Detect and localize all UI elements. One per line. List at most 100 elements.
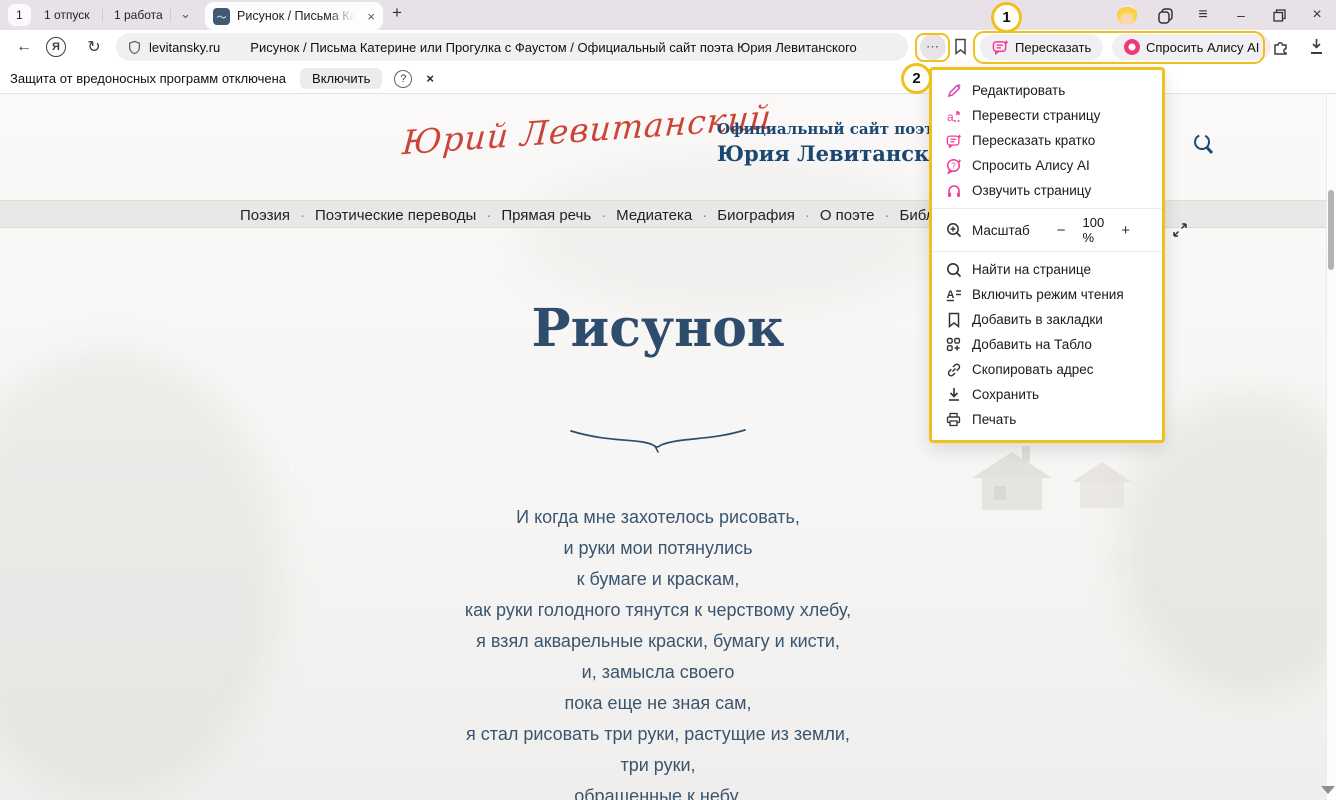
menu-item-copy-address[interactable]: Скопировать адрес — [932, 357, 1162, 382]
annotation-step-1: 1 — [991, 2, 1022, 33]
svg-text:а: а — [947, 110, 954, 124]
poem-line: к бумаге и краскам, — [0, 564, 1316, 595]
poem-line: я стал рисовать три руки, растущие из зе… — [0, 719, 1316, 750]
menu-divider — [932, 251, 1162, 252]
site-logo-signature[interactable]: Юрий Левитанский — [401, 101, 723, 163]
svg-text:A: A — [946, 289, 954, 301]
scrollbar-thumb[interactable] — [1328, 190, 1334, 270]
yandex-logo-icon: Я — [46, 37, 66, 57]
tab-group-divider — [102, 8, 103, 22]
tab-group-rabota[interactable]: 1 работа — [106, 4, 171, 26]
nav-item-direct-speech[interactable]: Прямая речь — [476, 207, 591, 224]
profile-avatar[interactable] — [1108, 0, 1146, 30]
poem-line: обращенные к небу, — [0, 781, 1316, 800]
tab-overview-icon[interactable] — [1146, 0, 1184, 30]
menu-item-add-bookmark[interactable]: Добавить в закладки — [932, 307, 1162, 332]
zoom-label: Масштаб — [972, 223, 1030, 238]
enable-protection-button[interactable]: Включить — [300, 68, 382, 89]
site-favicon-icon: 〜 — [213, 8, 230, 25]
tab-group-label: 1 отпуск — [44, 8, 90, 22]
menu-item-add-tableau[interactable]: Добавить на Табло — [932, 332, 1162, 357]
tab-bar: 1 1 отпуск 1 работа ⌄ 〜 Рисунок / Письма… — [0, 0, 1336, 30]
scroll-down-arrow-icon[interactable] — [1321, 786, 1335, 794]
poem-line: и руки мои потянулись — [0, 533, 1316, 564]
bookmark-flag-icon[interactable] — [953, 38, 968, 60]
print-icon — [945, 411, 962, 428]
refresh-button[interactable]: ↻ — [82, 30, 106, 64]
menu-item-label: Озвучить страницу — [972, 183, 1091, 198]
chevron-down-icon[interactable]: ⌄ — [180, 6, 191, 22]
poem-line: И когда мне захотелось рисовать, — [0, 502, 1316, 533]
tab-group-divider — [170, 8, 171, 22]
site-search-icon[interactable] — [1192, 132, 1216, 163]
save-icon — [945, 386, 962, 403]
background-texture — [520, 154, 940, 314]
nav-item-mediateka[interactable]: Медиатека — [591, 207, 692, 224]
warning-text: Защита от вредоносных программ отключена — [10, 71, 286, 86]
browser-menu-icon[interactable]: ≡ — [1184, 0, 1222, 30]
downloads-icon[interactable] — [1310, 38, 1323, 54]
zoom-out-button[interactable]: − — [1050, 222, 1073, 239]
close-window-button[interactable]: × — [1298, 0, 1336, 30]
poem-text: И когда мне захотелось рисовать, и руки … — [0, 502, 1316, 800]
new-tab-button[interactable]: + — [392, 3, 402, 23]
edit-icon — [945, 82, 962, 99]
menu-item-edit[interactable]: Редактировать — [932, 78, 1162, 103]
restore-button[interactable] — [1260, 0, 1298, 30]
nav-item-translations[interactable]: Поэтические переводы — [290, 207, 476, 224]
site-shield-icon — [128, 40, 141, 55]
menu-item-label: Пересказать кратко — [972, 133, 1095, 148]
address-domain: levitansky.ru — [149, 40, 220, 55]
tab-group-label: 1 — [16, 8, 23, 22]
help-icon[interactable]: ? — [394, 70, 412, 88]
menu-item-label: Сохранить — [972, 387, 1039, 402]
annotation-highlight-more-button — [915, 33, 950, 62]
menu-item-print[interactable]: Печать — [932, 407, 1162, 432]
menu-item-translate[interactable]: а Перевести страницу — [932, 103, 1162, 128]
tab-group-label: 1 работа — [114, 8, 163, 22]
menu-item-label: Найти на странице — [972, 262, 1091, 277]
minimize-button[interactable]: – — [1222, 0, 1260, 30]
reader-mode-icon: A — [945, 286, 962, 303]
ask-alice-icon: ? — [945, 157, 962, 174]
voice-icon — [945, 182, 962, 199]
browser-window: 1 1 отпуск 1 работа ⌄ 〜 Рисунок / Письма… — [0, 0, 1336, 800]
poem-line: пока еще не зная сам, — [0, 688, 1316, 719]
fullscreen-icon[interactable] — [1171, 222, 1188, 239]
tab-group-1[interactable]: 1 — [8, 4, 31, 26]
nav-item-about[interactable]: О поэте — [795, 207, 875, 224]
zoom-icon — [945, 222, 962, 239]
menu-divider — [932, 208, 1162, 209]
annotation-highlight-ai-buttons — [973, 31, 1265, 64]
menu-item-label: Скопировать адрес — [972, 362, 1094, 377]
translate-icon: а — [945, 107, 962, 124]
active-tab[interactable]: 〜 Рисунок / Письма Кате × — [205, 2, 383, 30]
scrollbar-track[interactable] — [1326, 94, 1336, 800]
poem-line: три руки, — [0, 750, 1316, 781]
back-button[interactable]: ← — [12, 30, 36, 64]
poem-line: как руки голодного тянутся к черствому х… — [0, 595, 1316, 626]
menu-item-reader-mode[interactable]: A Включить режим чтения — [932, 282, 1162, 307]
nav-item-poetry[interactable]: Поэзия — [240, 207, 290, 224]
tab-title-fade — [327, 9, 355, 23]
menu-item-zoom: Масштаб − 100 % + — [932, 214, 1162, 246]
menu-item-save[interactable]: Сохранить — [932, 382, 1162, 407]
address-bar[interactable]: levitansky.ru Рисунок / Письма Катерине … — [116, 33, 908, 61]
warning-close-icon[interactable]: × — [426, 71, 434, 86]
menu-item-voice-page[interactable]: Озвучить страницу — [932, 178, 1162, 203]
menu-item-find[interactable]: Найти на странице — [932, 257, 1162, 282]
extensions-puzzle-icon[interactable] — [1272, 38, 1290, 61]
menu-item-summarize[interactable]: Пересказать кратко — [932, 128, 1162, 153]
poem-line: и, замысла своего — [0, 657, 1316, 688]
zoom-in-button[interactable]: + — [1114, 222, 1137, 239]
tab-group-otpusk[interactable]: 1 отпуск — [36, 4, 98, 26]
find-icon — [945, 261, 962, 278]
menu-item-ask-alice[interactable]: ? Спросить Алису AI — [932, 153, 1162, 178]
tableau-icon — [945, 336, 962, 353]
tab-close-icon[interactable]: × — [367, 9, 375, 24]
nav-item-biography[interactable]: Биография — [692, 207, 795, 224]
yandex-home-button[interactable]: Я — [44, 30, 68, 64]
copy-link-icon — [945, 361, 962, 378]
tab-title: Рисунок / Письма Кате — [237, 9, 355, 23]
address-page-title: Рисунок / Письма Катерине или Прогулка с… — [250, 40, 856, 55]
